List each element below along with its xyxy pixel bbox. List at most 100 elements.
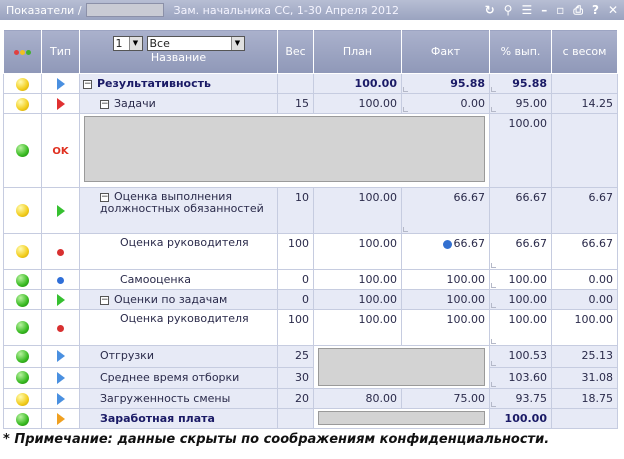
level-select-value: 1 [115,36,123,50]
weighted-cell: 14.25 [551,93,618,114]
pct-value: 95.00 [515,97,548,110]
filter-select[interactable]: Все ▼ [146,35,245,51]
header-controls: 1 ▼ Все ▼ [80,35,277,51]
collapse-icon[interactable]: − [83,79,92,89]
weighted-cell: 25.13 [551,345,618,368]
level-select[interactable]: 1 ▼ [112,35,143,51]
weighted-cell: 100.00 [551,309,618,346]
weight-cell: 0 [277,289,314,310]
row-name: Оценки по задачам [114,293,228,306]
fact-value: 95.88 [450,77,485,90]
name-cell: − Результативность [79,73,278,94]
name-cell: Оценка руководителя [79,233,278,270]
corner-icon [491,87,496,92]
table-row[interactable]: − Результативность 100.00 95.88 95.88 [3,73,618,94]
plan-cell: 100.00 [313,233,402,270]
triangle-blue-icon [56,78,65,90]
table-row[interactable]: Отгрузки 25 100.53 25.13 [3,345,618,389]
status-green-icon [16,273,29,287]
table-row[interactable]: Загруженность смены 20 80.00 75.00 93.75… [3,388,618,409]
name-cell: Среднее время отборки [79,366,278,389]
table-row[interactable]: OK 100.00 [3,113,618,188]
weighted-cell [551,113,618,188]
hidden-data-cell [313,408,490,429]
table-row[interactable]: − Задачи 15 100.00 0.00 95.00 14.25 [3,93,618,114]
corner-icon [491,339,496,344]
weight-cell: 0 [277,269,314,290]
fact-column-header: Факт [401,29,490,74]
table-row[interactable]: − Оценки по задачам 0 100.00 100.00 100.0… [3,289,618,310]
ok-icon: OK [52,146,69,157]
pct-cell: 100.53 [489,345,552,368]
refresh-icon[interactable]: ↻ [485,2,495,18]
pct-cell: 66.67 [489,187,552,234]
status-yellow-icon [16,392,29,406]
confidentiality-footnote: * Примечание: данные скрыты по соображен… [3,432,550,447]
corner-icon [491,283,496,288]
pct-cell: 100.00 [489,309,552,346]
traffic-light-icon [14,50,31,55]
pct-cell: 100.00 [489,269,552,290]
status-yellow-icon [16,97,29,111]
weight-cell: 100 [277,233,314,270]
table-row[interactable]: Среднее время отборки 30 103.60 31.08 [3,366,618,389]
row-name: Оценка руководителя [120,236,249,249]
type-column-header: Тип [41,29,80,74]
collapse-icon[interactable]: − [100,99,109,109]
weight-cell: 10 [277,187,314,234]
weighted-column-header: с весом [551,29,618,74]
hidden-data-block [84,116,485,182]
list-icon[interactable]: ☰ [521,2,532,18]
table-row[interactable]: Заработная плата 100.00 [3,408,618,429]
pct-cell: 66.67 [489,233,552,270]
name-cell: − Оценка выполнения должностных обязаннос… [79,187,278,234]
corner-icon [491,263,496,268]
table-row[interactable]: Оценка руководителя 100 100.00 66.67 66.… [3,233,618,270]
status-yellow-icon [16,245,29,259]
name-cell: − Задачи [79,93,278,114]
info-icon[interactable] [442,239,452,249]
hidden-data-block [318,348,485,386]
pct-cell: 100.00 [489,408,552,429]
titlebar-label: Показатели / [6,3,82,17]
row-name: Самооценка [120,273,192,286]
weight-cell: 15 [277,93,314,114]
name-cell: − Оценки по задачам [79,289,278,310]
triangle-red-icon [56,98,65,110]
corner-icon [491,402,496,407]
hidden-data-cell [313,345,490,389]
status-yellow-icon [16,204,29,218]
row-name: Результативность [97,77,211,90]
fact-cell: 95.88 [401,73,490,94]
plan-cell: 100.00 [313,73,402,94]
status-green-icon [16,349,29,363]
corner-icon [491,107,496,112]
pct-value: 66.67 [515,237,548,250]
table-row[interactable]: Самооценка 0 100.00 100.00 100.00 0.00 [3,269,618,290]
print-icon[interactable]: ⎙ [573,2,583,18]
help-icon[interactable]: ? [592,2,599,18]
status-yellow-icon [16,77,29,91]
triangle-blue-icon [56,371,65,384]
red-dot-icon [57,248,64,256]
status-green-icon [16,371,29,384]
table-row[interactable]: Оценка руководителя 100 100.00 100.00 10… [3,309,618,346]
collapse-icon[interactable]: − [100,295,109,305]
search-icon[interactable]: ⚲ [504,2,513,18]
pct-cell: 100.00 [489,289,552,310]
hidden-data-cell [79,113,490,188]
blue-dot-icon [57,276,64,284]
restore-icon[interactable]: ▫ [556,2,564,18]
titlebar-icons: ↻ ⚲ ☰ – ▫ ⎙ ? ✕ [485,2,618,18]
corner-icon [403,227,408,232]
corner-icon [491,360,496,366]
pct-value: 95.88 [512,77,547,90]
weight-cell [277,408,314,429]
table-header-row: Тип 1 ▼ Все ▼ Название Вес План Факт % в… [3,29,618,74]
fact-cell: 100.00 [401,289,490,310]
name-cell: Оценка руководителя [79,309,278,346]
minimize-icon[interactable]: – [541,2,547,18]
collapse-icon[interactable]: − [100,192,109,202]
close-icon[interactable]: ✕ [608,2,618,18]
table-row[interactable]: − Оценка выполнения должностных обязаннос… [3,187,618,234]
